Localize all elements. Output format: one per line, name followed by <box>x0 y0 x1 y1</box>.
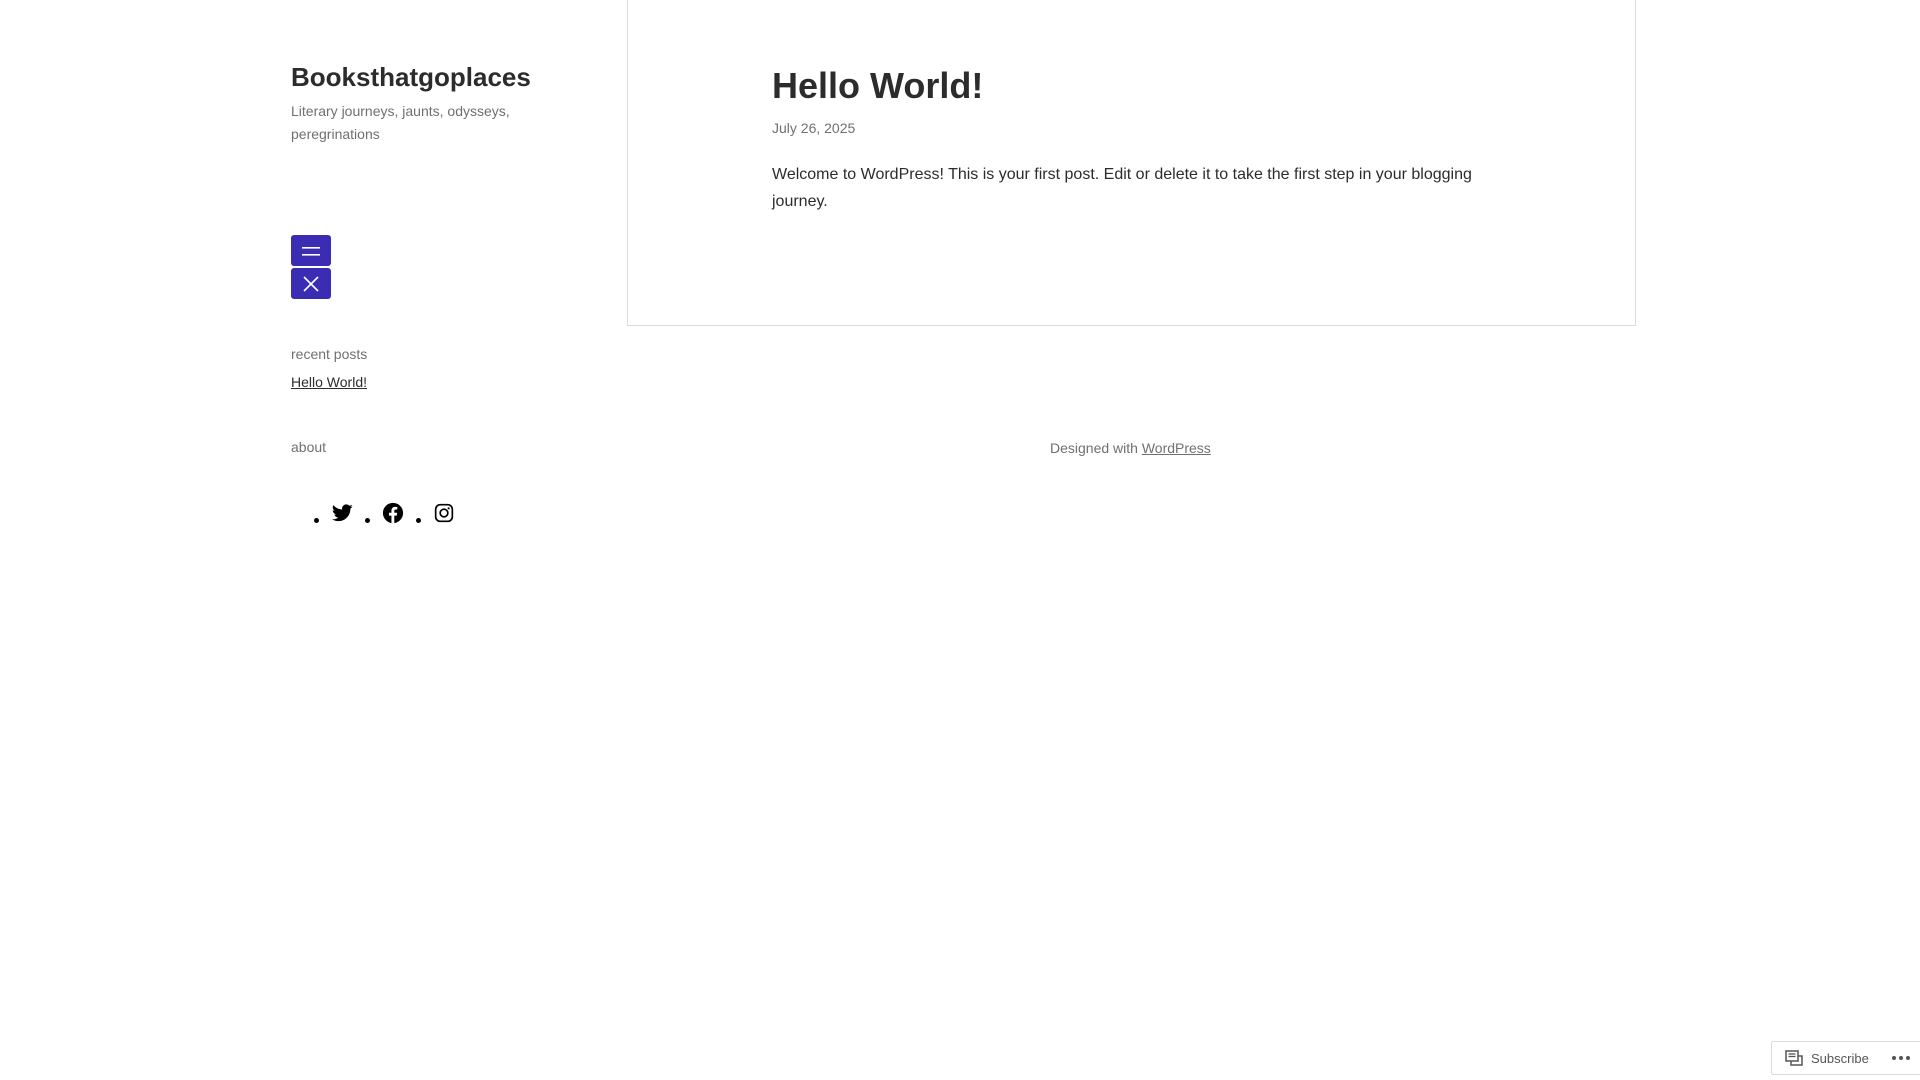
site-description: Literary journeys, jaunts, odysseys, per… <box>291 103 510 142</box>
list-bullet <box>314 518 319 523</box>
wordpress-link[interactable]: WordPress <box>1142 440 1211 456</box>
instagram-icon[interactable] <box>433 502 455 524</box>
post-title[interactable]: Hello World! <box>772 65 983 107</box>
page: Booksthatgoplaces Literary journeys, jau… <box>0 0 1920 1080</box>
list-bullet <box>365 518 370 523</box>
subscribe-button[interactable]: Subscribe <box>1811 1051 1869 1066</box>
ellipsis-icon[interactable] <box>1891 1055 1911 1061</box>
subscribe-bar: Subscribe <box>1771 1041 1920 1075</box>
open-menu-button[interactable] <box>291 235 331 266</box>
site-footer: Designed with WordPress <box>1050 440 1211 456</box>
hamburger-menu-icon <box>302 246 320 256</box>
social-links <box>314 500 467 524</box>
twitter-icon[interactable] <box>331 502 353 524</box>
post-content: Welcome to WordPress! This is your first… <box>772 166 1472 210</box>
about-heading: about <box>291 439 327 455</box>
close-menu-button[interactable] <box>291 268 331 299</box>
reader-icon[interactable] <box>1785 1050 1803 1066</box>
post-date[interactable]: July 26, 2025 <box>772 120 855 136</box>
post-card: Hello World! July 26, 2025 Welcome to Wo… <box>627 0 1636 326</box>
list-bullet <box>416 518 421 523</box>
close-icon <box>303 275 319 292</box>
site-title[interactable]: Booksthatgoplaces <box>291 62 531 93</box>
recent-post-link[interactable]: Hello World! <box>291 374 367 390</box>
recent-posts-heading: recent posts <box>291 346 368 362</box>
facebook-icon[interactable] <box>382 502 404 524</box>
footer-text: Designed with <box>1050 440 1138 456</box>
